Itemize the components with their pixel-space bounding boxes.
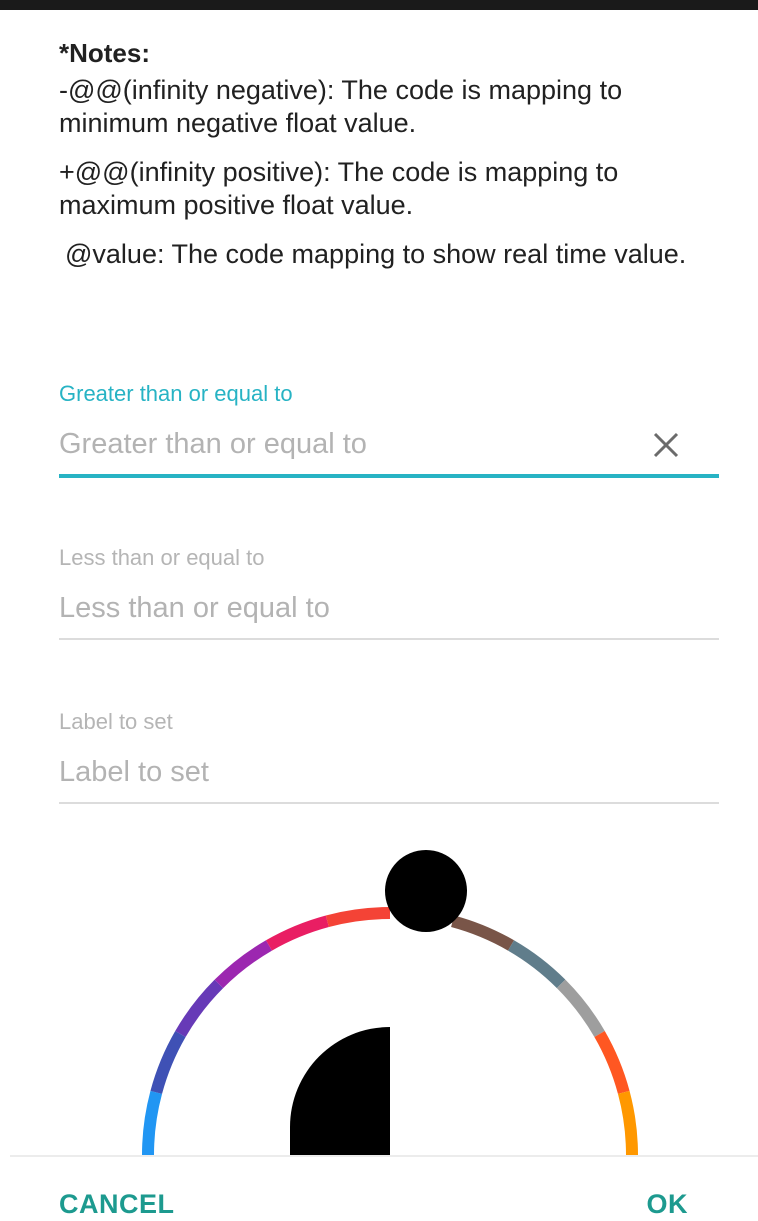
color-segment[interactable] [450, 915, 514, 951]
color-segment[interactable] [214, 940, 273, 989]
color-segment[interactable] [594, 1031, 630, 1095]
notes-section: *Notes: -@@(infinity negative): The code… [59, 36, 719, 287]
notes-title: *Notes: [59, 38, 151, 68]
label-to-set-underline [59, 802, 719, 804]
note-infinity-negative: -@@(infinity negative): The code is mapp… [59, 75, 623, 138]
greater-than-label: Greater than or equal to [59, 381, 293, 406]
color-segment[interactable] [617, 1090, 638, 1156]
status-bar-edge [0, 0, 758, 10]
color-segment[interactable] [150, 1031, 186, 1095]
less-than-field: Less than or equal to [59, 544, 719, 640]
label-to-set-input[interactable] [59, 750, 619, 794]
color-wheel[interactable] [0, 830, 758, 1156]
ok-button[interactable]: OK [647, 1189, 689, 1220]
dialog-button-bar: CANCEL OK [10, 1155, 758, 1221]
note-value: @value: The code mapping to show real ti… [65, 239, 687, 269]
greater-than-input[interactable] [59, 422, 619, 466]
selected-color-preview [290, 1027, 390, 1156]
cancel-button[interactable]: CANCEL [59, 1189, 175, 1220]
color-segment[interactable] [175, 979, 224, 1038]
color-picker [0, 830, 758, 1156]
color-segment[interactable] [142, 1090, 163, 1156]
color-segment[interactable] [266, 915, 330, 951]
color-selector-knob[interactable] [385, 850, 467, 932]
label-to-set-label: Label to set [59, 709, 173, 734]
clear-icon[interactable] [649, 428, 683, 462]
greater-than-field: Greater than or equal to [59, 380, 719, 478]
less-than-label: Less than or equal to [59, 545, 265, 570]
label-to-set-field: Label to set [59, 708, 719, 804]
less-than-input[interactable] [59, 586, 619, 630]
greater-than-underline [59, 474, 719, 478]
note-infinity-positive: +@@(infinity positive): The code is mapp… [59, 157, 619, 220]
color-segment[interactable] [325, 907, 391, 928]
color-segment[interactable] [556, 979, 605, 1038]
color-segment[interactable] [507, 940, 566, 989]
less-than-underline [59, 638, 719, 640]
